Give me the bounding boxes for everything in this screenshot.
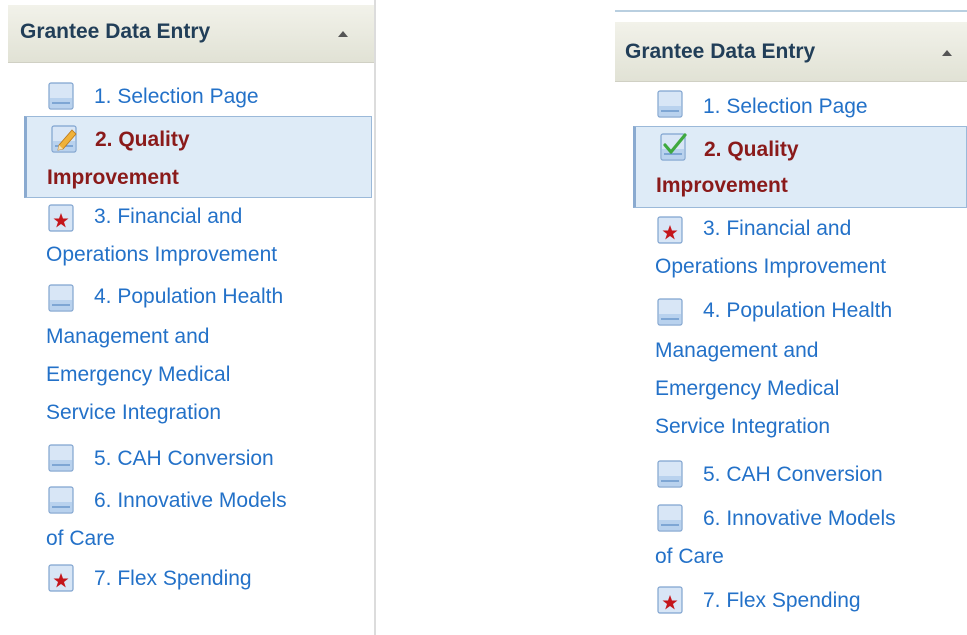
star-page-icon [46,564,76,592]
nav-item-label: 1. Selection Page [703,95,868,118]
panel-title: Grantee Data Entry [20,20,211,43]
nav-item-innovative-models[interactable]: 6. Innovative Models of Care [8,480,374,560]
page-icon [46,444,76,472]
star-page-icon [46,204,76,232]
collapse-arrow-icon[interactable] [942,50,952,56]
nav-item-selection-page[interactable]: 1. Selection Page [8,78,374,116]
nav-item-label-cont: Operations Improvement [655,255,887,278]
nav-item-label: 2. Quality [95,128,190,151]
nav-item-label: 4. Population Health [703,299,893,322]
star-page-icon [655,586,685,614]
page-icon [655,504,685,532]
nav-item-label-cont: Service Integration [655,415,831,438]
page-icon [46,486,76,514]
pencil-page-icon [49,125,79,153]
nav-item-label: 2. Quality [704,138,799,161]
nav-panel-before: Grantee Data Entry 1. Selection Page 2. … [8,0,376,635]
nav-panel-after: Grantee Data Entry 1. Selection Page 2. … [615,10,967,635]
nav-item-innovative-models[interactable]: 6. Innovative Models of Care [615,496,967,580]
nav-item-label-cont: Operations Improvement [46,243,278,266]
nav-item-flex-spending[interactable]: 7. Flex Spending [8,560,374,600]
nav-item-selection-page[interactable]: 1. Selection Page [615,86,967,126]
check-page-icon [658,133,688,161]
nav-item-label: 3. Financial and [703,217,852,240]
nav-item-label: 3. Financial and [94,205,243,228]
nav-item-label-cont: Emergency Medical [655,377,840,400]
nav-item-label: 7. Flex Spending [94,567,252,590]
panel-header[interactable]: Grantee Data Entry [615,22,967,82]
nav-item-population-health[interactable]: 4. Population Health Management and Emer… [615,290,967,454]
nav-item-label-cont: Improvement [656,174,788,197]
nav-item-label: 7. Flex Spending [703,589,861,612]
nav-list: 1. Selection Page 2. Quality Improvement… [615,86,967,620]
nav-item-flex-spending[interactable]: 7. Flex Spending [615,580,967,620]
nav-item-label: 5. CAH Conversion [94,447,274,470]
nav-item-label-cont: of Care [46,527,115,550]
page-icon [46,82,76,110]
page-icon [655,460,685,488]
star-page-icon [655,216,685,244]
nav-item-label-cont: of Care [655,545,724,568]
nav-item-label: 1. Selection Page [94,85,259,108]
nav-item-label-cont: Emergency Medical [46,363,231,386]
nav-item-cah-conversion[interactable]: 5. CAH Conversion [8,440,374,480]
nav-item-label-cont: Management and [46,325,210,348]
nav-item-label-cont: Service Integration [46,401,222,424]
nav-item-financial-operations[interactable]: 3. Financial and Operations Improvement [615,208,967,290]
page-icon [46,284,76,312]
collapse-arrow-icon[interactable] [338,31,348,37]
nav-item-label-cont: Improvement [47,166,179,189]
panel-header[interactable]: Grantee Data Entry [8,5,374,63]
nav-item-quality-improvement[interactable]: 2. Quality Improvement [24,116,372,198]
nav-item-label: 6. Innovative Models [703,507,896,530]
page-icon [655,90,685,118]
nav-item-quality-improvement[interactable]: 2. Quality Improvement [633,126,967,208]
nav-item-label: 5. CAH Conversion [703,463,883,486]
page-icon [655,298,685,326]
nav-item-label: 6. Innovative Models [94,489,287,512]
nav-list: 1. Selection Page 2. Quality Improvement… [8,78,374,600]
nav-item-population-health[interactable]: 4. Population Health Management and Emer… [8,278,374,440]
nav-item-financial-operations[interactable]: 3. Financial and Operations Improvement [8,198,374,278]
nav-item-label-cont: Management and [655,339,819,362]
nav-item-label: 4. Population Health [94,285,284,308]
panel-title: Grantee Data Entry [625,40,816,63]
nav-item-cah-conversion[interactable]: 5. CAH Conversion [615,454,967,496]
